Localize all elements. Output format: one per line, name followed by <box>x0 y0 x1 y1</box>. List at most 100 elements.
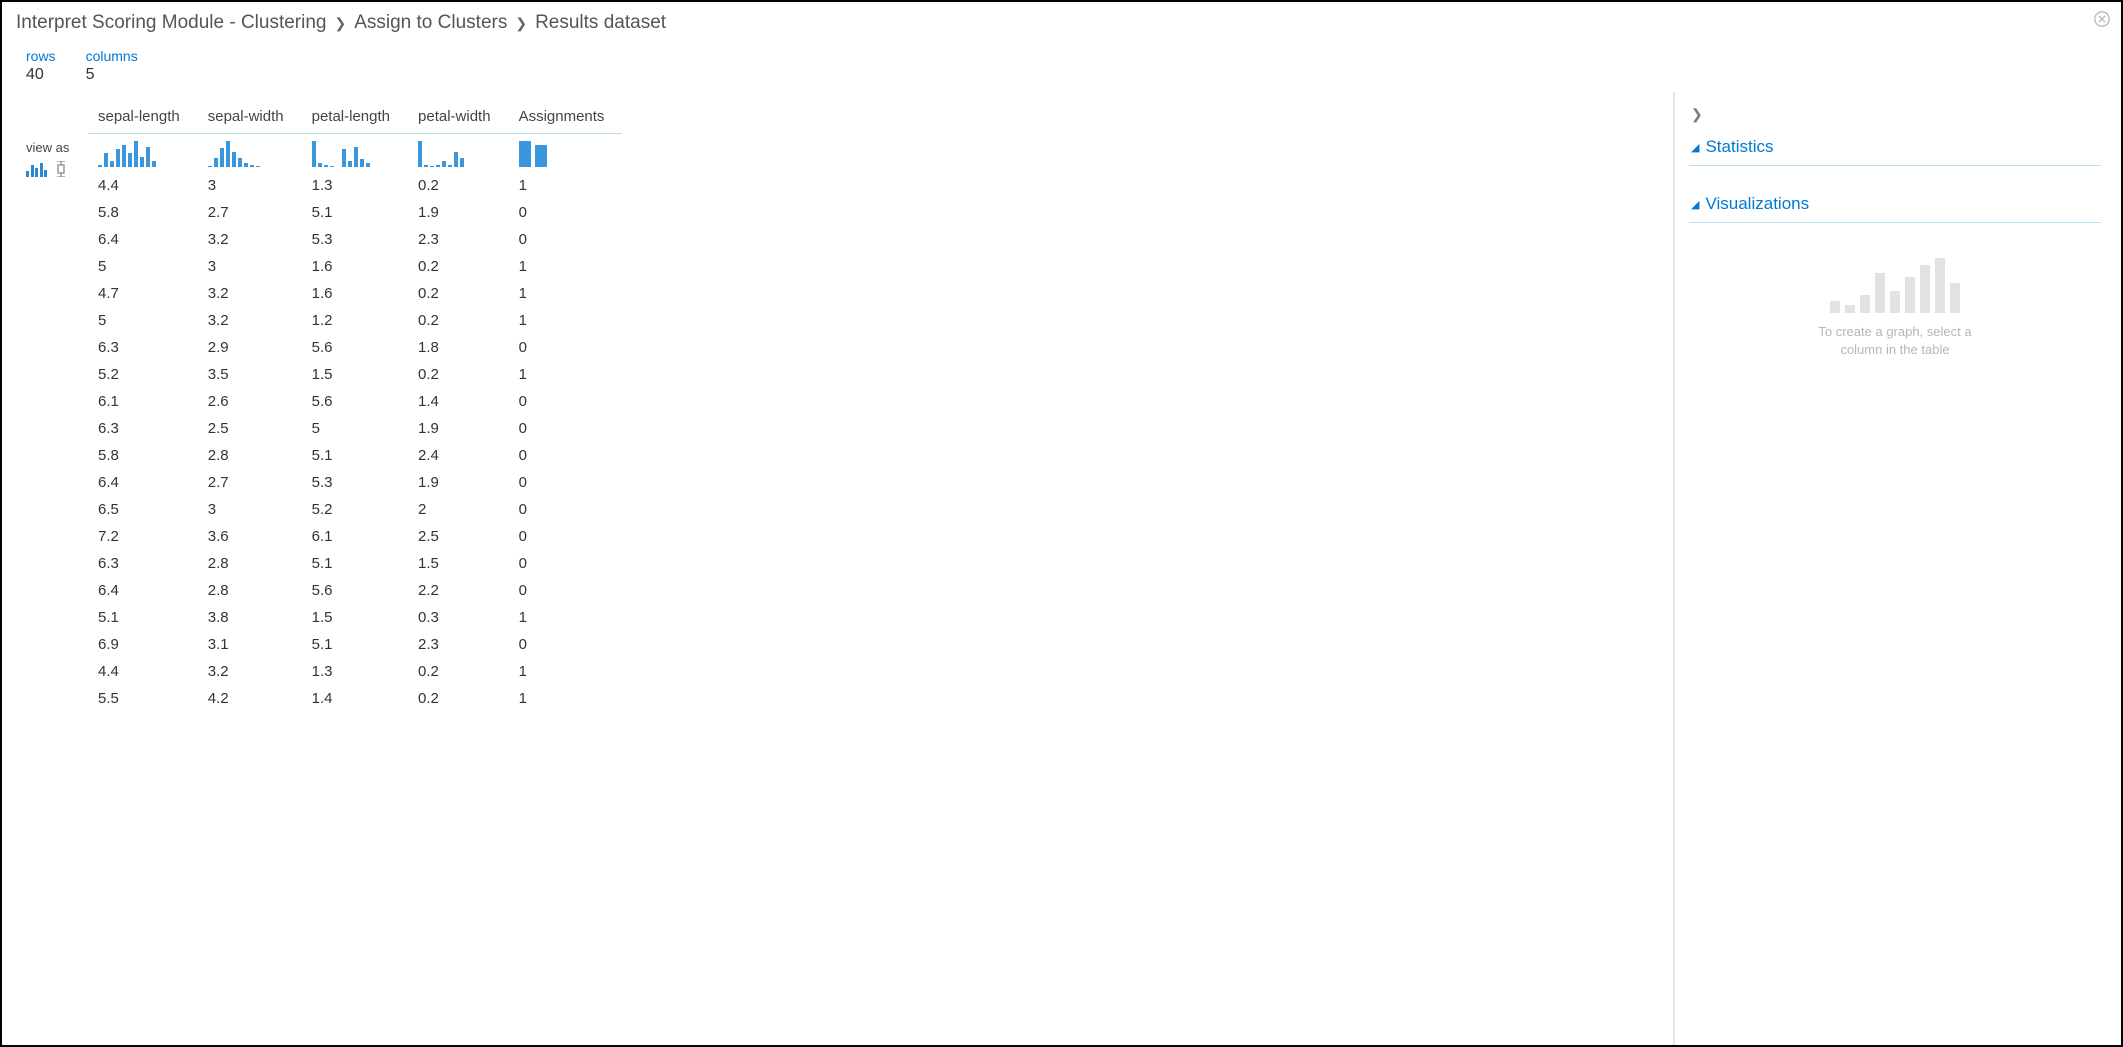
table-cell: 1.9 <box>408 199 509 226</box>
column-histogram[interactable] <box>98 139 180 167</box>
table-cell: 3.2 <box>198 658 302 685</box>
table-cell: 0.2 <box>408 172 509 199</box>
table-cell: 0 <box>509 496 623 523</box>
table-cell: 2.7 <box>198 199 302 226</box>
breadcrumb-item[interactable]: Interpret Scoring Module - Clustering <box>16 12 326 34</box>
table-cell: 0 <box>509 523 623 550</box>
table-cell: 6.1 <box>88 388 198 415</box>
table-cell: 0 <box>509 199 623 226</box>
table-cell: 2.3 <box>408 631 509 658</box>
column-histogram[interactable] <box>312 139 390 167</box>
table-cell: 6.3 <box>88 550 198 577</box>
table-cell: 5.3 <box>302 226 408 253</box>
table-row[interactable]: 6.12.65.61.40 <box>88 388 622 415</box>
table-cell: 3.6 <box>198 523 302 550</box>
table-cell: 0.2 <box>408 307 509 334</box>
table-cell: 1.6 <box>302 280 408 307</box>
visualization-placeholder: To create a graph, select a column in th… <box>1689 253 2101 359</box>
data-table: sepal-lengthsepal-widthpetal-lengthpetal… <box>88 102 622 712</box>
table-row[interactable]: 6.42.75.31.90 <box>88 469 622 496</box>
table-cell: 1 <box>509 658 623 685</box>
table-row[interactable]: 5.82.75.11.90 <box>88 199 622 226</box>
table-row[interactable]: 4.431.30.21 <box>88 172 622 199</box>
column-histogram[interactable] <box>519 139 605 167</box>
histogram-icon[interactable] <box>26 163 47 177</box>
table-cell: 3.2 <box>198 307 302 334</box>
column-header[interactable]: sepal-width <box>198 102 302 134</box>
table-cell: 7.2 <box>88 523 198 550</box>
table-cell: 1 <box>509 604 623 631</box>
table-cell: 5.1 <box>302 442 408 469</box>
table-row[interactable]: 7.23.66.12.50 <box>88 523 622 550</box>
table-row[interactable]: 5.82.85.12.40 <box>88 442 622 469</box>
table-row[interactable]: 6.93.15.12.30 <box>88 631 622 658</box>
table-row[interactable]: 4.43.21.30.21 <box>88 658 622 685</box>
table-cell: 0 <box>509 388 623 415</box>
table-cell: 0.2 <box>408 361 509 388</box>
dataset-meta: rows 40 columns 5 <box>2 38 2121 90</box>
table-cell: 5.3 <box>302 469 408 496</box>
table-cell: 5.1 <box>88 604 198 631</box>
table-row[interactable]: 53.21.20.21 <box>88 307 622 334</box>
table-cell: 3.2 <box>198 280 302 307</box>
collapse-icon: ◢ <box>1691 141 1699 154</box>
table-cell: 0 <box>509 415 623 442</box>
boxplot-icon[interactable] <box>55 161 67 177</box>
chevron-right-icon: ❯ <box>334 15 346 32</box>
table-row[interactable]: 6.42.85.62.20 <box>88 577 622 604</box>
chevron-right-icon[interactable]: ❯ <box>1689 106 2101 129</box>
table-cell: 4.4 <box>88 658 198 685</box>
table-cell: 3.1 <box>198 631 302 658</box>
table-cell: 0 <box>509 550 623 577</box>
table-cell: 3.8 <box>198 604 302 631</box>
table-cell: 0 <box>509 577 623 604</box>
table-cell: 0.2 <box>408 685 509 712</box>
section-statistics[interactable]: ◢ Statistics <box>1689 129 2101 166</box>
pane-divider <box>1673 92 1675 1045</box>
section-title: Visualizations <box>1705 194 1809 214</box>
table-cell: 5.5 <box>88 685 198 712</box>
table-row[interactable]: 531.60.21 <box>88 253 622 280</box>
table-cell: 6.4 <box>88 226 198 253</box>
table-cell: 0.2 <box>408 658 509 685</box>
table-cell: 0.2 <box>408 280 509 307</box>
column-histogram[interactable] <box>208 139 284 167</box>
table-cell: 5.1 <box>302 199 408 226</box>
table-row[interactable]: 6.535.220 <box>88 496 622 523</box>
column-histogram[interactable] <box>418 139 491 167</box>
table-cell: 5.8 <box>88 442 198 469</box>
table-cell: 1.5 <box>302 604 408 631</box>
section-visualizations[interactable]: ◢ Visualizations <box>1689 186 2101 223</box>
table-row[interactable]: 6.32.551.90 <box>88 415 622 442</box>
column-header[interactable]: Assignments <box>509 102 623 134</box>
table-row[interactable]: 6.32.85.11.50 <box>88 550 622 577</box>
table-cell: 5 <box>302 415 408 442</box>
table-cell: 6.4 <box>88 577 198 604</box>
table-cell: 1 <box>509 280 623 307</box>
table-cell: 5.1 <box>302 631 408 658</box>
table-cell: 6.3 <box>88 334 198 361</box>
column-header[interactable]: petal-width <box>408 102 509 134</box>
table-cell: 6.3 <box>88 415 198 442</box>
breadcrumb-item[interactable]: Assign to Clusters <box>354 12 507 34</box>
close-icon[interactable] <box>2093 10 2111 33</box>
data-table-scroll[interactable]: sepal-lengthsepal-widthpetal-lengthpetal… <box>88 102 1667 1045</box>
table-cell: 2.4 <box>408 442 509 469</box>
table-cell: 2.5 <box>198 415 302 442</box>
table-cell: 5 <box>88 253 198 280</box>
table-row[interactable]: 5.13.81.50.31 <box>88 604 622 631</box>
table-row[interactable]: 6.43.25.32.30 <box>88 226 622 253</box>
table-cell: 6.5 <box>88 496 198 523</box>
rows-value: 40 <box>26 66 56 84</box>
column-header[interactable]: sepal-length <box>88 102 198 134</box>
table-cell: 2.8 <box>198 577 302 604</box>
table-row[interactable]: 6.32.95.61.80 <box>88 334 622 361</box>
table-cell: 3 <box>198 496 302 523</box>
table-row[interactable]: 5.23.51.50.21 <box>88 361 622 388</box>
breadcrumb: Interpret Scoring Module - Clustering ❯ … <box>2 2 2121 38</box>
column-header[interactable]: petal-length <box>302 102 408 134</box>
table-cell: 2.8 <box>198 442 302 469</box>
table-row[interactable]: 4.73.21.60.21 <box>88 280 622 307</box>
right-panel: ❯ ◢ Statistics ◢ Visualizations To creat… <box>1681 92 2121 1045</box>
table-row[interactable]: 5.54.21.40.21 <box>88 685 622 712</box>
